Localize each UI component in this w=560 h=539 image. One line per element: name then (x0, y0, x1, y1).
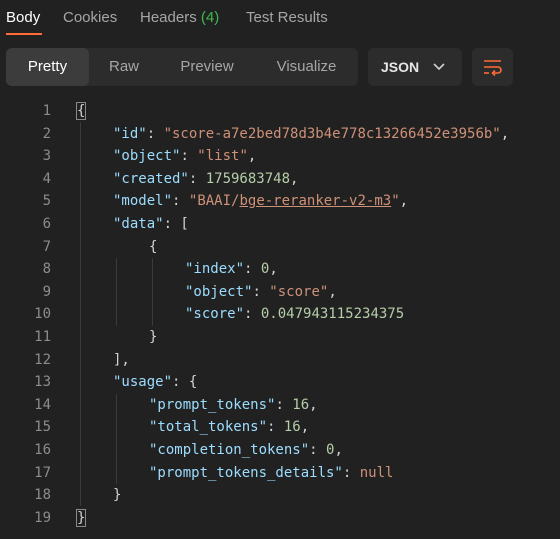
tab-test-results[interactable]: Test Results (246, 9, 328, 26)
json-value-score: 0.047943115234375 (260, 306, 405, 323)
tab-body[interactable]: Body (6, 9, 40, 26)
json-value-object: "list" (197, 148, 248, 165)
line-number: 1 (42, 103, 51, 119)
code-line: 1{ (0, 100, 560, 123)
json-usage-close-brace: } (113, 487, 122, 504)
response-tabs: Body Cookies Headers (4) Test Results (0, 0, 560, 38)
json-key-score: "score" (185, 306, 245, 323)
line-number: 12 (34, 351, 51, 368)
json-value-prompt-tokens: 16 (292, 396, 310, 413)
code-line: 4 "created": 1759683748, (0, 168, 560, 191)
json-array-close: ], (113, 351, 130, 368)
json-open-brace: { (75, 102, 87, 120)
line-number: 14 (34, 396, 51, 413)
text-wrap-icon (484, 60, 502, 77)
tab-cookies[interactable]: Cookies (63, 9, 117, 26)
json-close-brace: } (75, 508, 87, 527)
json-value-model: "BAAI/bge-reranker-v2-m3" (188, 193, 400, 210)
line-number: 18 (34, 487, 51, 504)
code-line: 16 "completion_tokens": 0, (0, 439, 560, 462)
line-number: 8 (42, 261, 51, 278)
code-line: 14 "prompt_tokens": 16, (0, 394, 560, 417)
json-value-id: "score-a7e2bed78d3b4e778c13266452e3956b" (163, 125, 501, 142)
view-mode-selector: Pretty Raw Preview Visualize (6, 48, 358, 86)
wrap-lines-button[interactable] (472, 48, 513, 86)
code-line: 18} (0, 484, 560, 507)
code-line: 10 "score": 0.047943115234375 (0, 303, 560, 326)
line-number: 13 (34, 374, 51, 391)
view-visualize-button[interactable]: Visualize (255, 48, 358, 86)
tab-headers-label: Headers (140, 9, 197, 26)
line-number: 5 (42, 193, 51, 210)
active-tab-indicator (6, 33, 42, 35)
tab-headers[interactable]: Headers (4) (140, 9, 219, 26)
format-dropdown[interactable]: JSON (368, 48, 462, 86)
json-item-close-brace: } (149, 328, 158, 345)
code-line: 8 "index": 0, (0, 258, 560, 281)
code-line: 6 "data": [ (0, 213, 560, 236)
json-value-total-tokens: 16 (283, 419, 301, 436)
code-line: 2 "id": "score-a7e2bed78d3b4e778c13266452… (0, 123, 560, 146)
json-key-total-tokens: "total_tokens" (149, 419, 268, 436)
json-key-index: "index" (185, 261, 245, 278)
line-number: 15 (34, 419, 51, 436)
json-key-data: "data" (113, 215, 164, 232)
line-number: 6 (42, 215, 51, 232)
line-number: 11 (34, 328, 51, 345)
chevron-down-icon (433, 63, 445, 71)
code-line: 11} (0, 326, 560, 349)
line-number: 2 (42, 125, 51, 142)
json-value-item-object: "score" (269, 283, 329, 300)
json-key-created: "created" (113, 170, 189, 187)
json-value-prompt-tokens-details: null (359, 464, 394, 481)
line-number: 9 (42, 283, 51, 300)
code-line: 9 "object": "score", (0, 281, 560, 304)
json-item-open-brace: { (149, 238, 158, 255)
line-number: 10 (34, 306, 51, 323)
line-number: 19 (34, 509, 51, 526)
json-key-object: "object" (113, 148, 181, 165)
code-line: 3 "object": "list", (0, 145, 560, 168)
view-raw-button[interactable]: Raw (89, 48, 159, 86)
json-key-id: "id" (113, 125, 147, 142)
json-key-usage: "usage" (113, 374, 173, 391)
code-line: 5 "model": "BAAI/bge-reranker-v2-m3", (0, 190, 560, 213)
view-preview-button[interactable]: Preview (159, 48, 255, 86)
code-line: 13 "usage": { (0, 371, 560, 394)
json-key-model: "model" (113, 193, 173, 210)
line-number: 7 (42, 238, 51, 255)
json-key-prompt-tokens-details: "prompt_tokens_details" (149, 464, 343, 481)
headers-count: (4) (200, 9, 220, 26)
model-link[interactable]: bge-reranker-v2-m3 (239, 193, 391, 209)
json-key-completion-tokens: "completion_tokens" (149, 441, 310, 458)
line-number: 16 (34, 441, 51, 458)
code-line: 15 "total_tokens": 16, (0, 416, 560, 439)
format-selected: JSON (381, 59, 420, 75)
code-line: 12], (0, 349, 560, 372)
json-value-created: 1759683748 (205, 170, 291, 187)
view-pretty-button[interactable]: Pretty (6, 48, 89, 86)
code-line: 7{ (0, 236, 560, 259)
code-line: 19} (0, 507, 560, 530)
json-key-item-object: "object" (185, 283, 253, 300)
line-number: 3 (42, 148, 51, 165)
json-key-prompt-tokens: "prompt_tokens" (149, 396, 276, 413)
line-number: 4 (42, 170, 51, 187)
code-line: 17 "prompt_tokens_details": null (0, 462, 560, 485)
line-number: 17 (34, 464, 51, 481)
json-body-viewer[interactable]: 1{ 2 "id": "score-a7e2bed78d3b4e778c13266… (0, 100, 560, 529)
